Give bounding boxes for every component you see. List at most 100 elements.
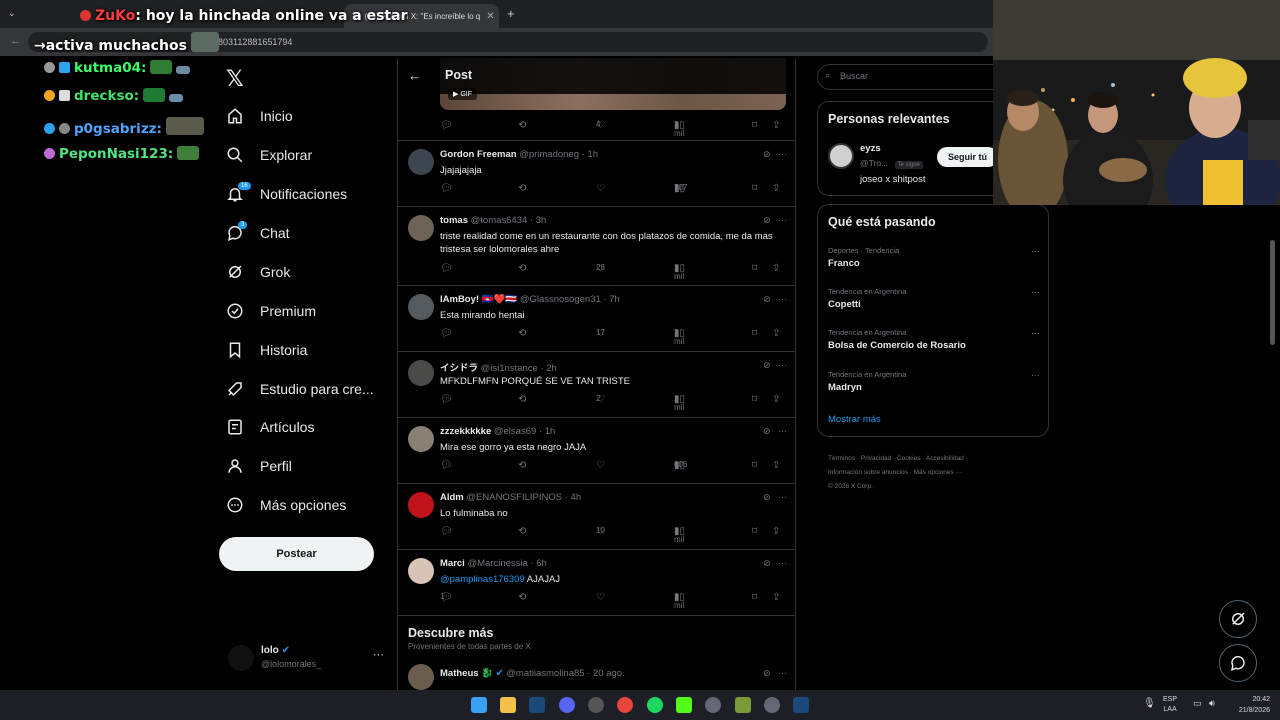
- more-icon[interactable]: ···: [778, 149, 787, 159]
- more-icon[interactable]: ···: [1031, 246, 1040, 256]
- language-indicator[interactable]: ESP LAA: [1163, 695, 1177, 715]
- app-icon[interactable]: [764, 697, 780, 713]
- avatar[interactable]: [408, 492, 434, 518]
- grok-fab-button[interactable]: [1219, 600, 1257, 638]
- trend-item[interactable]: Deportes · Tendencia Franco ···: [828, 246, 1040, 269]
- nav-item-grok[interactable]: Grok: [226, 258, 290, 286]
- ccleaner-icon[interactable]: [705, 697, 721, 713]
- windows-start-icon[interactable]: [471, 697, 487, 713]
- reply-post[interactable]: Aldm @ENANOSFILIPINOS · 4h ⊘ ··· Lo fulmin…: [398, 483, 795, 549]
- more-icon[interactable]: ···: [778, 426, 787, 436]
- reply-post[interactable]: Marci @Marcinessia · 6h ⊘ ··· @pamplinas17…: [398, 549, 795, 615]
- grok-icon[interactable]: ⊘: [763, 294, 771, 304]
- author-name[interactable]: Aldm: [440, 492, 464, 503]
- post-tools[interactable]: ⊘ ···: [763, 149, 787, 160]
- steam-icon[interactable]: [529, 697, 545, 713]
- reply-post[interactable]: tomas @tomas6434 · 3h ⊘ ··· triste realida…: [398, 206, 795, 285]
- footer-line[interactable]: Información sobre anuncios · Más opcione…: [828, 466, 1048, 480]
- author-name[interactable]: イシドラ: [440, 363, 478, 374]
- author-name[interactable]: Marci: [440, 558, 465, 569]
- volume-icon[interactable]: 🔊︎: [1209, 698, 1215, 709]
- author-name[interactable]: Gordon Freeman: [440, 149, 517, 160]
- post-time[interactable]: · 4h: [565, 492, 581, 503]
- author-handle[interactable]: @Marcinessia: [467, 558, 527, 569]
- avatar[interactable]: [408, 360, 434, 386]
- post-tools[interactable]: ⊘ ···: [763, 492, 787, 503]
- grok-icon[interactable]: ⊘: [763, 492, 771, 502]
- post-time[interactable]: · 2h: [540, 363, 556, 374]
- grok-icon[interactable]: ⊘: [763, 558, 771, 568]
- file-explorer-icon[interactable]: [500, 697, 516, 713]
- grok-icon[interactable]: ⊘: [763, 149, 771, 159]
- post-tools[interactable]: ⊘ ···: [763, 360, 787, 371]
- more-icon[interactable]: ···: [778, 558, 787, 568]
- tab-list-icon[interactable]: ⌄: [8, 8, 16, 19]
- grok-icon[interactable]: ⊘: [763, 426, 771, 436]
- trend-item[interactable]: Tendencia en Argentina Madryn ···: [828, 370, 1040, 393]
- close-tab-icon[interactable]: ✕: [486, 11, 494, 22]
- nav-item-premium[interactable]: Premium: [226, 297, 316, 325]
- post-time[interactable]: · 7h: [603, 294, 619, 305]
- back-nav-icon[interactable]: ←: [10, 35, 21, 47]
- person-name[interactable]: eyzs: [860, 143, 881, 154]
- post-time[interactable]: · 6h: [530, 558, 546, 569]
- microphone-icon[interactable]: 🎙︎: [1143, 698, 1156, 709]
- nav-item-inicio[interactable]: Inicio: [226, 102, 293, 130]
- grok-icon[interactable]: ⊘: [763, 215, 771, 225]
- post-tools[interactable]: ⊘ ···: [763, 426, 787, 437]
- post-time[interactable]: · 1h: [539, 426, 555, 437]
- account-switcher[interactable]: lolo ✔ @lolomorales_ ···: [228, 643, 388, 673]
- author-handle[interactable]: @Glassnosogen31: [520, 294, 601, 305]
- author-handle[interactable]: @isi1nstance: [481, 363, 538, 374]
- post-time[interactable]: · 1h: [582, 149, 598, 160]
- messages-fab-button[interactable]: [1219, 644, 1257, 682]
- mention-link[interactable]: @pamplinas176309: [440, 574, 525, 585]
- author-handle[interactable]: @ENANOSFILIPINOS: [466, 492, 562, 503]
- post-tools[interactable]: ⊘ ···: [763, 668, 787, 679]
- system-clock[interactable]: 20:42 21/8/2026: [1239, 694, 1270, 716]
- nav-item-mas-opciones[interactable]: Más opciones: [226, 491, 346, 519]
- network-icon[interactable]: ▭: [1193, 698, 1202, 709]
- avatar[interactable]: [408, 558, 434, 584]
- spotify-icon[interactable]: [647, 697, 663, 713]
- post-tools[interactable]: ⊘ ···: [763, 558, 787, 569]
- post-time[interactable]: · 3h: [530, 215, 546, 226]
- avatar[interactable]: [828, 143, 854, 169]
- nav-item-chat[interactable]: 3 Chat: [226, 219, 290, 247]
- new-tab-icon[interactable]: +: [507, 6, 515, 21]
- app-icon[interactable]: [588, 697, 604, 713]
- post-button[interactable]: Postear: [219, 537, 374, 571]
- show-more-link[interactable]: Mostrar más: [828, 414, 881, 425]
- post-tools[interactable]: ⊘ ···: [763, 294, 787, 305]
- reply-post[interactable]: イシドラ @isi1nstance · 2h ⊘ ··· MFKDLFMFN POR…: [398, 351, 795, 417]
- page-scrollbar[interactable]: [1270, 240, 1275, 345]
- follow-button[interactable]: Seguir tú: [937, 147, 999, 167]
- more-icon[interactable]: ···: [1031, 328, 1040, 338]
- post-tools[interactable]: ⊘ ···: [763, 215, 787, 226]
- more-icon[interactable]: ···: [778, 360, 787, 370]
- avatar[interactable]: [408, 149, 434, 175]
- avatar[interactable]: [408, 426, 434, 452]
- reply-post[interactable]: Gordon Freeman @primadoneg · 1h ⊘ ··· Jjaj…: [398, 140, 795, 206]
- discord-icon[interactable]: [559, 697, 575, 713]
- search-input[interactable]: ⌕ Buscar: [817, 64, 1017, 90]
- more-icon[interactable]: ···: [778, 215, 787, 225]
- author-name[interactable]: zzzekkkkke: [440, 426, 491, 437]
- author-handle[interactable]: @elsas69: [494, 426, 536, 437]
- avatar[interactable]: [408, 215, 434, 241]
- nav-item-explorar[interactable]: Explorar: [226, 141, 312, 169]
- nav-item-perfil[interactable]: Perfil: [226, 452, 292, 480]
- kick-icon[interactable]: [676, 697, 692, 713]
- author-handle[interactable]: @tomas6434: [471, 215, 528, 226]
- x-logo-icon[interactable]: 𝕏: [226, 66, 244, 92]
- more-icon[interactable]: ···: [778, 492, 787, 502]
- author-name[interactable]: tomas: [440, 215, 468, 226]
- trend-item[interactable]: Tendencia en Argentina Bolsa de Comercio…: [828, 328, 1040, 351]
- more-icon[interactable]: ···: [1031, 370, 1040, 380]
- author-name[interactable]: lAmBoy! 🇰🇭❤️🇨🇷: [440, 294, 517, 305]
- more-icon[interactable]: ···: [778, 294, 787, 304]
- nav-item-notificaciones[interactable]: 16 Notificaciones: [226, 180, 347, 208]
- grok-icon[interactable]: ⊘: [763, 360, 771, 370]
- reply-post[interactable]: lAmBoy! 🇰🇭❤️🇨🇷 @Glassnosogen31 · 7h ⊘ ···…: [398, 285, 795, 351]
- nav-item-historia[interactable]: Historia: [226, 336, 307, 364]
